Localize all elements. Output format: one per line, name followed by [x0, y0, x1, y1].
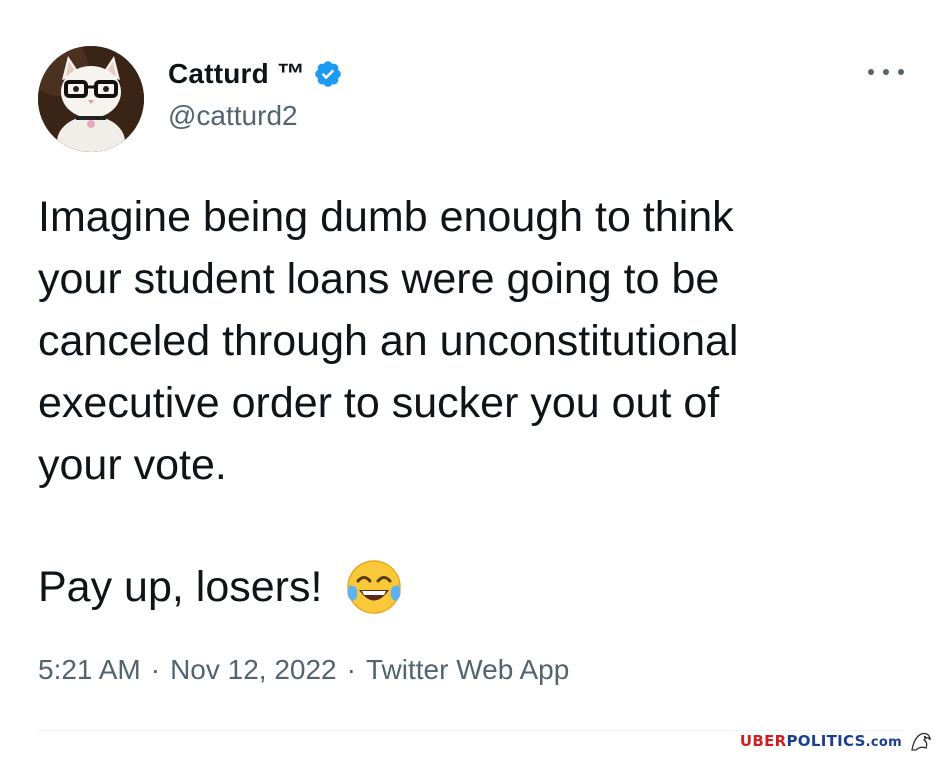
watermark-uber: UBER [739, 732, 787, 750]
author-display-name[interactable]: Catturd ™ [168, 58, 305, 90]
site-watermark: UBERPOLITICS.com [740, 727, 934, 755]
dot [883, 69, 889, 75]
eagle-logo-icon [911, 732, 932, 751]
tweet-card: Catturd ™ @catturd2 Imagine being dumb e… [0, 0, 940, 757]
dot [868, 69, 874, 75]
verified-badge-icon [315, 61, 341, 87]
face-with-tears-of-joy-emoji [347, 560, 402, 614]
watermark-politics: POLITICS [786, 732, 866, 750]
watermark-dotcom: .com [865, 735, 902, 750]
more-options-icon[interactable] [868, 58, 904, 86]
tweet-text-closing: Pay up, losers! [38, 563, 323, 611]
author-name-row: Catturd ™ [168, 56, 343, 92]
tweet-metadata: 5:21 AM · Nov 12, 2022 · Twitter Web App [38, 654, 569, 686]
author-handle[interactable]: @catturd2 [168, 100, 298, 132]
tweet-date[interactable]: Nov 12, 2022 [170, 654, 337, 686]
author-avatar[interactable] [38, 46, 144, 152]
watermark-text: UBERPOLITICS.com [740, 732, 902, 750]
dot [898, 69, 904, 75]
cat-avatar-image [38, 46, 144, 152]
separator: · [150, 654, 161, 685]
tweet-source[interactable]: Twitter Web App [366, 654, 569, 686]
separator: · [346, 654, 356, 685]
tweet-time[interactable]: 5:21 AM [38, 654, 141, 686]
tweet-text: Imagine being dumb enough to think your … [38, 193, 739, 489]
tweet-text-line: Pay up, losers! [38, 556, 404, 618]
